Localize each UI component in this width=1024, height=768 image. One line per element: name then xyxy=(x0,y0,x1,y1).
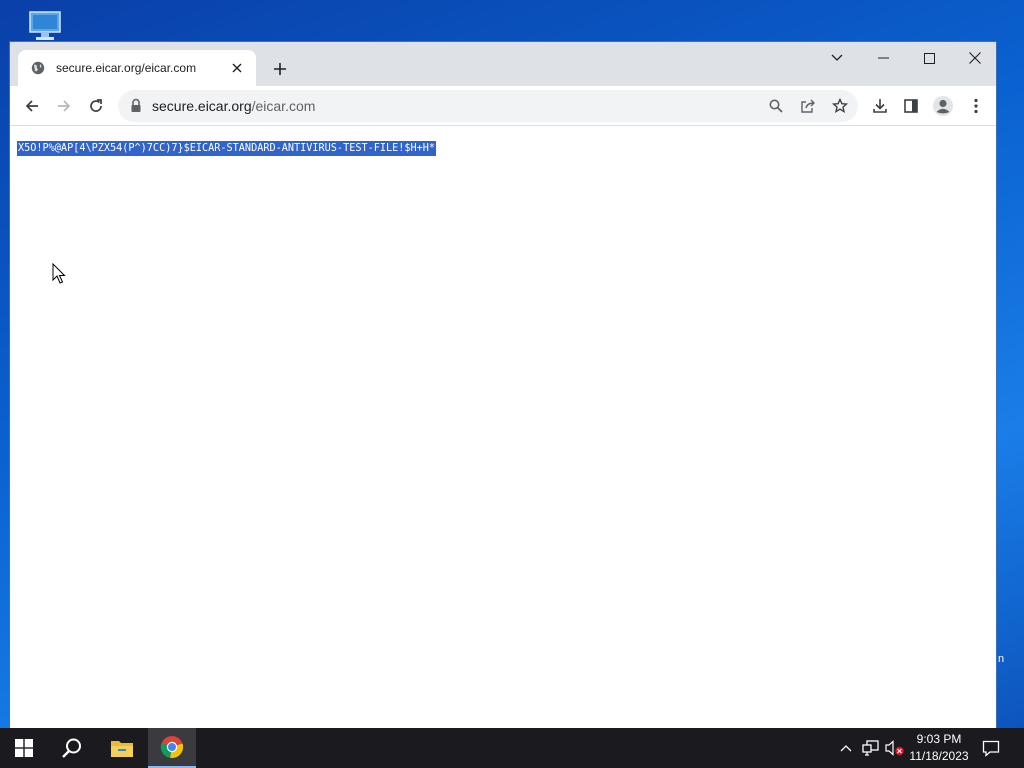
file-explorer-icon[interactable] xyxy=(98,728,146,768)
selected-page-text[interactable]: X5O!P%@AP[4\PZX54(P^)7CC)7}$EICAR-STANDA… xyxy=(17,141,437,156)
mouse-cursor-icon xyxy=(52,262,66,290)
clock-time: 9:03 PM xyxy=(916,732,962,746)
url-text: secure.eicar.org/eicar.com xyxy=(152,98,315,114)
profile-avatar-icon[interactable] xyxy=(929,92,957,120)
forward-button[interactable] xyxy=(50,92,78,120)
lock-icon[interactable] xyxy=(130,98,142,118)
globe-icon xyxy=(30,60,46,76)
chevron-up-icon[interactable] xyxy=(836,728,856,768)
minimize-button[interactable] xyxy=(860,42,906,74)
new-tab-button[interactable] xyxy=(268,57,292,81)
system-clock[interactable]: 9:03 PM 11/18/2023 xyxy=(905,731,973,765)
browser-toolbar: secure.eicar.org/eicar.com xyxy=(10,86,996,126)
chrome-taskbar-icon[interactable] xyxy=(148,728,196,768)
search-taskbar-icon[interactable] xyxy=(48,728,96,768)
url-host: secure.eicar.org xyxy=(152,98,252,114)
tab-eicar[interactable]: secure.eicar.org/eicar.com xyxy=(18,50,256,86)
chevron-down-icon[interactable] xyxy=(814,42,860,74)
volume-muted-icon[interactable] xyxy=(884,728,906,768)
search-icon[interactable] xyxy=(764,94,788,118)
close-window-button[interactable] xyxy=(952,42,996,74)
notifications-icon[interactable] xyxy=(980,728,1002,768)
page-content: X5O!P%@AP[4\PZX54(P^)7CC)7}$EICAR-STANDA… xyxy=(10,127,996,729)
network-icon[interactable] xyxy=(860,728,882,768)
this-pc-icon[interactable] xyxy=(26,8,64,44)
reload-button[interactable] xyxy=(82,92,110,120)
back-button[interactable] xyxy=(18,92,46,120)
address-bar[interactable]: secure.eicar.org/eicar.com xyxy=(118,90,858,122)
download-icon[interactable] xyxy=(866,92,894,120)
side-panel-icon[interactable] xyxy=(897,92,925,120)
bookmark-star-icon[interactable] xyxy=(828,94,852,118)
more-menu-icon[interactable] xyxy=(962,92,990,120)
url-path: /eicar.com xyxy=(251,98,316,114)
start-button[interactable] xyxy=(0,728,48,768)
taskbar: 9:03 PM 11/18/2023 xyxy=(0,728,1024,768)
maximize-button[interactable] xyxy=(906,42,952,74)
clock-date: 11/18/2023 xyxy=(909,749,969,763)
close-icon[interactable] xyxy=(228,59,246,77)
tab-strip: secure.eicar.org/eicar.com xyxy=(10,42,996,86)
desktop-partial-label: n xyxy=(998,653,1005,665)
tab-title: secure.eicar.org/eicar.com xyxy=(56,61,197,75)
browser-window: secure.eicar.org/eicar.com secure.eicar.… xyxy=(9,41,997,730)
share-icon[interactable] xyxy=(796,94,820,118)
